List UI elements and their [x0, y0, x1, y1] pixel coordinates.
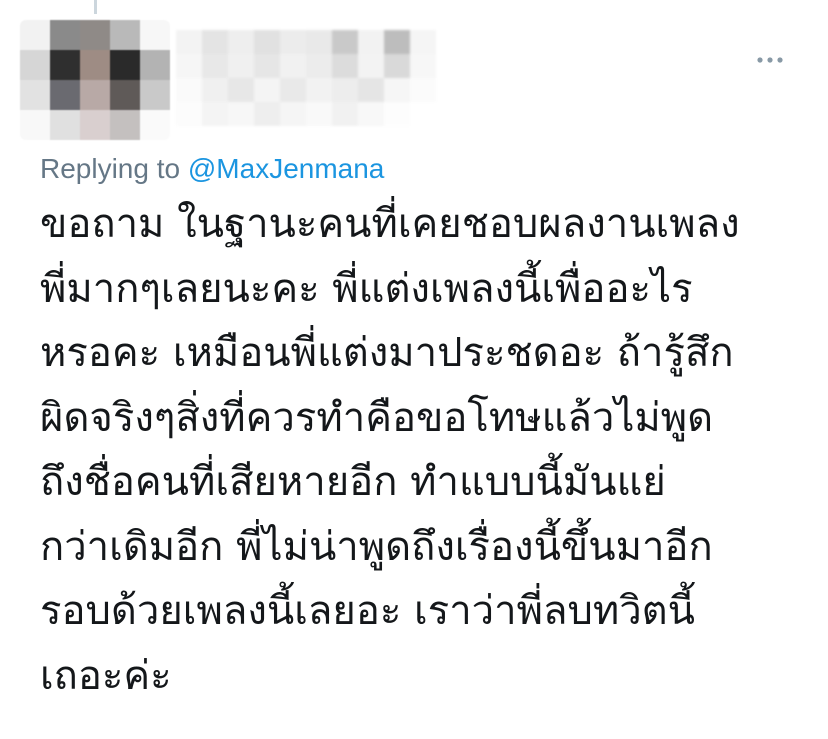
- tweet-text-line: เถอะค่ะ: [40, 652, 172, 699]
- tweet-text-line: ขอถาม ในฐานะคนที่เคยชอบผลงานเพลง: [40, 201, 740, 247]
- tweet-text-line: ผิดจริงๆสิ่งที่ควรทำคือขอโทษแล้วไม่พูด: [40, 394, 714, 441]
- tweet-text-line: พี่มากๆเลยนะคะ พี่แต่งเพลงนี้เพื่ออะไร: [40, 265, 693, 312]
- mention-link[interactable]: @MaxJenmana: [188, 153, 385, 184]
- replying-to-label: Replying to: [40, 153, 181, 184]
- tweet-text-line: ถึงชื่อคนที่เสียหายอีก ทำแบบนี้มันแย่: [40, 459, 666, 505]
- tweet-text-line: รอบด้วยเพลงนี้เลยอะ เราว่าพี่ลบทวิตนี้: [40, 588, 695, 634]
- more-options-button[interactable]: [754, 46, 786, 74]
- tweet-text-line: กว่าเดิมอีก พี่ไม่น่าพูดถึงเรื่องนี้ขึ้น…: [40, 523, 713, 570]
- tweet-text-line: หรอคะ เหมือนพี่แต่งมาประชดอะ ถ้ารู้สึก: [40, 330, 734, 376]
- more-options-icon: [756, 56, 784, 64]
- blurred-avatar-icon[interactable]: [20, 20, 170, 140]
- blurred-author-name-icon[interactable]: [176, 30, 436, 126]
- replying-to-line: Replying to @MaxJenmana: [40, 151, 384, 187]
- tweet-card: Replying to @MaxJenmana ขอถาม ในฐานะคนที…: [0, 0, 828, 739]
- tweet-text: ขอถาม ในฐานะคนที่เคยชอบผลงานเพลง พี่มากๆ…: [40, 192, 810, 708]
- thread-connector-line: [94, 0, 97, 14]
